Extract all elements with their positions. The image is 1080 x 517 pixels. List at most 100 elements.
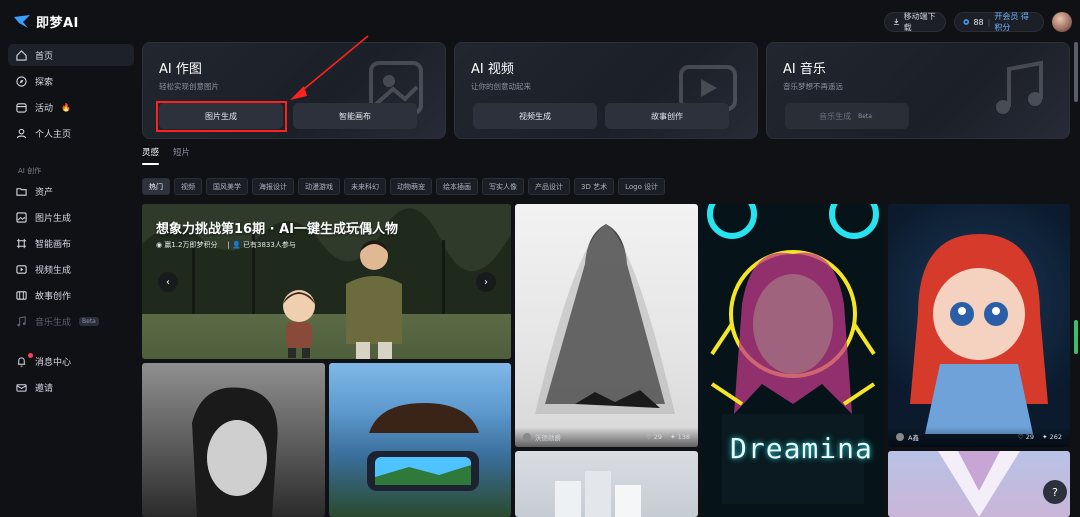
tile-author[interactable]: A鑫 — [896, 432, 1018, 442]
app-logo[interactable]: 即梦AI — [14, 12, 79, 31]
sidebar-item-image-gen[interactable]: 图片生成 — [8, 206, 134, 228]
chip-pets[interactable]: 动物萌宠 — [390, 178, 432, 195]
like-count[interactable]: ♡ 29 — [646, 433, 662, 441]
home-icon — [16, 49, 27, 61]
bell-icon — [17, 356, 26, 367]
like-count[interactable]: ♡ 29 — [1018, 433, 1034, 441]
mobile-download-button[interactable]: 移动端下载 — [884, 12, 946, 32]
challenge-banner[interactable]: 想象力挑战第16期 · AI一键生成玩偶人物 ◉ 赢1.2万即梦积分 | 👤 已… — [142, 204, 511, 359]
chip-poster[interactable]: 海报设计 — [252, 178, 294, 195]
logo-icon — [14, 14, 30, 28]
sidebar-item-activity[interactable]: 活动 🔥 — [8, 96, 134, 118]
vr-artwork — [367, 403, 479, 491]
chip-product[interactable]: 产品设计 — [528, 178, 570, 195]
sidebar-item-label: 智能画布 — [35, 239, 72, 250]
story-create-button[interactable]: 故事创作 — [605, 103, 729, 129]
chip-illustration[interactable]: 绘本插画 — [436, 178, 478, 195]
card-title: AI 视频 — [471, 62, 514, 77]
card-title: AI 音乐 — [783, 62, 826, 77]
sidebar-item-explore[interactable]: 探索 — [8, 70, 134, 92]
canvas-icon — [16, 238, 27, 248]
music-generate-button: 音乐生成 Beta — [785, 103, 909, 129]
gallery-tile-veil[interactable]: 沃德勋爵 ♡ 29 ✦ 138 — [515, 204, 698, 447]
vip-link[interactable]: 开会员 得积分 — [994, 11, 1035, 33]
fire-icon: 🔥 — [61, 102, 71, 112]
person-figure — [346, 240, 402, 359]
sidebar-item-label: 音乐生成 — [35, 317, 72, 328]
sidebar-item-label: 消息中心 — [35, 357, 72, 368]
sidebar-item-messages[interactable]: 消息中心 — [8, 350, 134, 372]
sidebar-item-label: 活动 — [35, 103, 54, 114]
sidebar-item-label: 资产 — [35, 187, 54, 198]
sidebar-item-video-gen[interactable]: 视频生成 — [8, 258, 134, 280]
music-deco-icon — [996, 60, 1043, 114]
chip-portrait[interactable]: 写实人像 — [482, 178, 524, 195]
sidebar: 首页 探索 活动 🔥 个人主页 AI 创作 资产 图片生成 智能画布 视频生成 … — [0, 42, 140, 517]
chip-video[interactable]: 视频 — [174, 178, 202, 195]
credit-coin-icon — [963, 19, 970, 25]
help-button[interactable]: ? — [1043, 480, 1067, 504]
chip-scifi[interactable]: 未来科幻 — [344, 178, 386, 195]
page-scrollbar-thumb[interactable] — [1074, 320, 1078, 354]
carousel-next-button[interactable]: › — [476, 272, 496, 292]
sidebar-item-canvas[interactable]: 智能画布 — [8, 232, 134, 254]
smart-canvas-button[interactable]: 智能画布 — [293, 103, 417, 129]
card-subtitle: 音乐梦想不再遥远 — [783, 82, 843, 91]
category-chips: 热门 视频 国风美学 海报设计 动漫游戏 未来科幻 动物萌宠 绘本插画 写实人像… — [142, 178, 666, 195]
video-generate-button[interactable]: 视频生成 — [473, 103, 597, 129]
remix-count[interactable]: ✦ 138 — [670, 433, 690, 441]
top-bar: 即梦AI 移动端下载 88 | 开会员 得积分 — [0, 0, 1080, 42]
red-hood-artwork — [910, 234, 1048, 434]
gallery-tile-white-blocks[interactable] — [515, 451, 698, 517]
sidebar-item-label: 个人主页 — [35, 129, 72, 140]
credits-pill[interactable]: 88 | 开会员 得积分 — [954, 12, 1044, 32]
chip-hot[interactable]: 热门 — [142, 178, 170, 195]
chip-guofeng[interactable]: 国风美学 — [206, 178, 248, 195]
sidebar-item-story[interactable]: 故事创作 — [8, 284, 134, 306]
chip-3d[interactable]: 3D 艺术 — [574, 178, 615, 195]
tile-stats: ♡ 29 ✦ 262 — [1018, 433, 1062, 441]
gallery-tile-portrait[interactable] — [142, 363, 325, 517]
card-ai-video: AI 视频 让你的创意动起来 视频生成 故事创作 — [454, 42, 758, 139]
tile-author[interactable]: 沃德勋爵 — [523, 432, 646, 442]
veil-artwork — [535, 224, 675, 414]
gallery-tile-vr[interactable] — [329, 363, 511, 517]
pastel-artwork — [938, 451, 1020, 517]
author-avatar — [523, 433, 531, 441]
gallery-tile-neon[interactable]: Dreamina — [702, 204, 884, 517]
tab-inspiration[interactable]: 灵感 — [142, 146, 160, 166]
remix-count[interactable]: ✦ 262 — [1042, 433, 1062, 441]
sidebar-section-label: AI 创作 — [18, 167, 42, 175]
story-icon — [16, 290, 27, 300]
chip-logo[interactable]: Logo 设计 — [618, 178, 666, 195]
image-generate-button[interactable]: 图片生成 — [159, 103, 283, 129]
sidebar-item-profile[interactable]: 个人主页 — [8, 122, 134, 144]
carousel-prev-button[interactable]: ‹ — [158, 272, 178, 292]
white-blocks-artwork — [555, 471, 641, 517]
gallery-tile-red-hood[interactable]: A鑫 ♡ 29 ✦ 262 — [888, 204, 1070, 447]
music-generate-label: 音乐生成 — [819, 111, 852, 121]
download-label: 移动端下载 — [903, 12, 936, 32]
sidebar-item-home[interactable]: 首页 — [8, 44, 134, 66]
card-ai-image: AI 作图 轻松实现创意图片 图片生成 智能画布 — [142, 42, 446, 139]
sidebar-item-label: 图片生成 — [35, 213, 72, 224]
beta-badge: Beta — [79, 316, 99, 326]
image-icon — [16, 211, 27, 223]
sidebar-item-invite[interactable]: 邀请 — [8, 376, 134, 398]
card-subtitle: 轻松实现创意图片 — [159, 82, 219, 91]
tab-shorts[interactable]: 短片 — [173, 146, 190, 166]
banner-reward: ◉ 赢1.2万即梦积分 — [156, 241, 218, 249]
content-tabs: 灵感 短片 — [142, 146, 190, 166]
tile-stats: ♡ 29 ✦ 138 — [646, 433, 690, 441]
chip-anime[interactable]: 动漫游戏 — [298, 178, 340, 195]
user-avatar[interactable] — [1052, 12, 1072, 32]
page-scrollbar-top[interactable] — [1074, 42, 1078, 102]
gallery-tile-pastel[interactable] — [888, 451, 1070, 517]
notification-dot — [28, 353, 33, 358]
sidebar-item-label: 首页 — [35, 51, 54, 62]
activity-icon — [16, 102, 27, 113]
compass-icon — [16, 75, 27, 87]
card-title: AI 作图 — [159, 62, 202, 77]
folder-icon — [16, 187, 27, 196]
sidebar-item-assets[interactable]: 资产 — [8, 180, 134, 202]
